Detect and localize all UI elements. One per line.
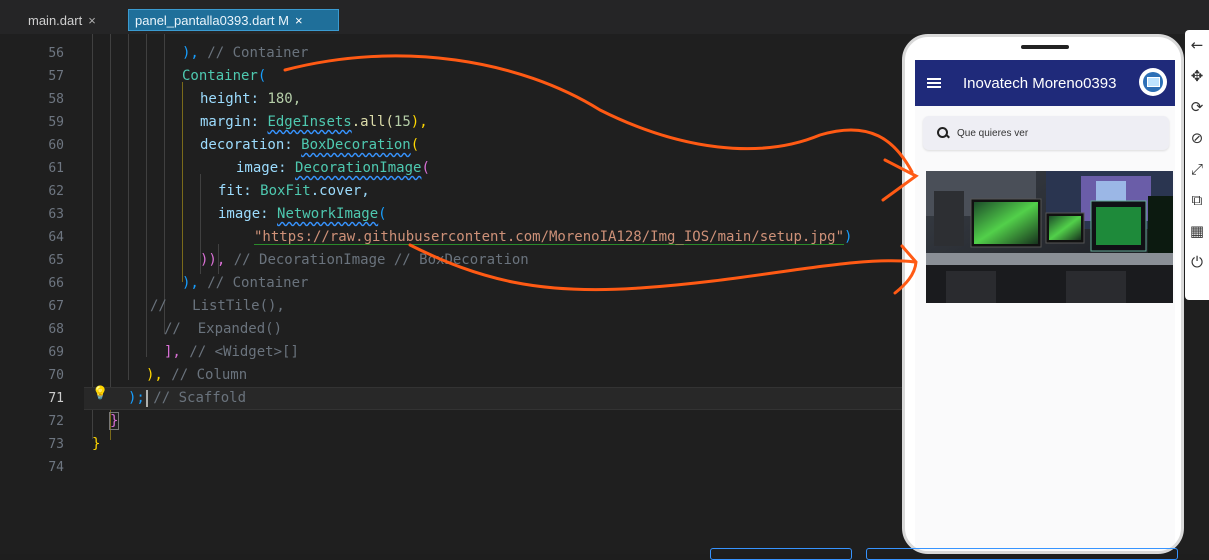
line-number: 63 <box>48 207 64 222</box>
app-content: Que quieres ver <box>915 106 1175 551</box>
indent-guide <box>110 34 111 404</box>
line-number-active: 71 <box>48 391 64 406</box>
search-icon <box>937 127 950 139</box>
code-line: // Expanded() <box>164 321 283 337</box>
editor-tab-bar: main.dart × panel_pantalla0393.dart M × <box>0 0 1209 34</box>
indent-guide <box>146 34 147 357</box>
code-line: ), // Container <box>182 45 309 61</box>
avatar[interactable] <box>1139 68 1167 96</box>
menu-icon[interactable] <box>927 78 941 88</box>
tab-panel-pantalla[interactable]: panel_pantalla0393.dart M × <box>128 9 339 31</box>
laptop-icon <box>1143 72 1163 92</box>
code-line: ), // Column <box>146 367 248 383</box>
code-line: )), // DecorationImage // BoxDecoration <box>200 252 529 268</box>
code-line: fit: BoxFit.cover, <box>218 183 370 199</box>
code-line: height: 180, <box>200 91 302 107</box>
indent-guide <box>164 34 165 334</box>
line-number: 72 <box>48 414 64 429</box>
code-line: margin: EdgeInsets.all(15), <box>200 114 428 130</box>
line-number: 56 <box>48 46 64 61</box>
code-line: } <box>108 412 120 430</box>
status-button[interactable] <box>710 548 852 560</box>
setup-image <box>926 171 1173 303</box>
phone-preview: Inovatech Moreno0393 Que quieres ver <box>902 34 1184 554</box>
code-line: ), // Container <box>182 275 309 291</box>
code-line: image: NetworkImage( <box>218 206 387 222</box>
line-number: 64 <box>48 230 64 245</box>
resize-icon[interactable]: ⤢ <box>1185 154 1209 185</box>
line-number: 73 <box>48 437 64 452</box>
power-icon[interactable]: ⏻ <box>1185 247 1209 278</box>
tab-main-dart[interactable]: main.dart × <box>22 9 124 31</box>
indent-guide <box>128 34 129 380</box>
line-number: 66 <box>48 276 64 291</box>
code-line: image: DecorationImage( <box>236 160 430 176</box>
line-number: 69 <box>48 345 64 360</box>
line-number: 67 <box>48 299 64 314</box>
line-number: 60 <box>48 138 64 153</box>
tab-label: panel_pantalla0393.dart M <box>135 12 289 28</box>
line-number: 70 <box>48 368 64 383</box>
close-icon[interactable]: × <box>88 13 96 28</box>
phone-notch <box>1021 45 1069 49</box>
app-bar: Inovatech Moreno0393 <box>915 60 1175 106</box>
app-title: Inovatech Moreno0393 <box>963 74 1117 92</box>
tab-label: main.dart <box>28 12 83 28</box>
line-number: 65 <box>48 253 64 268</box>
code-line: // ListTile(), <box>150 298 285 314</box>
setup-photo-illustration <box>926 171 1173 303</box>
close-icon[interactable]: × <box>295 13 303 28</box>
lightbulb-icon[interactable]: 💡 <box>92 386 108 401</box>
code-line: } <box>92 436 101 452</box>
indent-guide <box>92 34 93 439</box>
line-number: 58 <box>48 92 64 107</box>
line-number: 61 <box>48 161 64 176</box>
line-number: 74 <box>48 460 64 475</box>
rotate-screen-icon[interactable]: ⊘ <box>1185 123 1209 154</box>
code-line: ], // <Widget>[] <box>164 344 299 360</box>
search-input[interactable]: Que quieres ver <box>923 116 1169 150</box>
line-number: 68 <box>48 322 64 337</box>
external-link-icon[interactable]: ⧉ <box>1185 185 1209 216</box>
text-cursor <box>146 390 148 407</box>
status-button[interactable] <box>866 548 1178 560</box>
move-icon[interactable]: ✥ <box>1185 61 1209 92</box>
line-number: 62 <box>48 184 64 199</box>
search-placeholder: Que quieres ver <box>957 127 1029 139</box>
rotate-icon[interactable]: ⟳ <box>1185 92 1209 123</box>
indent-guide <box>182 82 183 282</box>
line-number: 57 <box>48 69 64 84</box>
code-line: Container( <box>182 68 267 84</box>
code-line: decoration: BoxDecoration( <box>200 137 420 153</box>
code-line: "https://raw.githubusercontent.com/Moren… <box>254 229 853 245</box>
back-arrow-icon[interactable]: ← <box>1185 30 1209 61</box>
line-number: 59 <box>48 115 64 130</box>
qr-code-icon[interactable]: ▦ <box>1185 216 1209 247</box>
emulator-toolbar: ← ✥ ⟳ ⊘ ⤢ ⧉ ▦ ⏻ <box>1185 30 1209 300</box>
